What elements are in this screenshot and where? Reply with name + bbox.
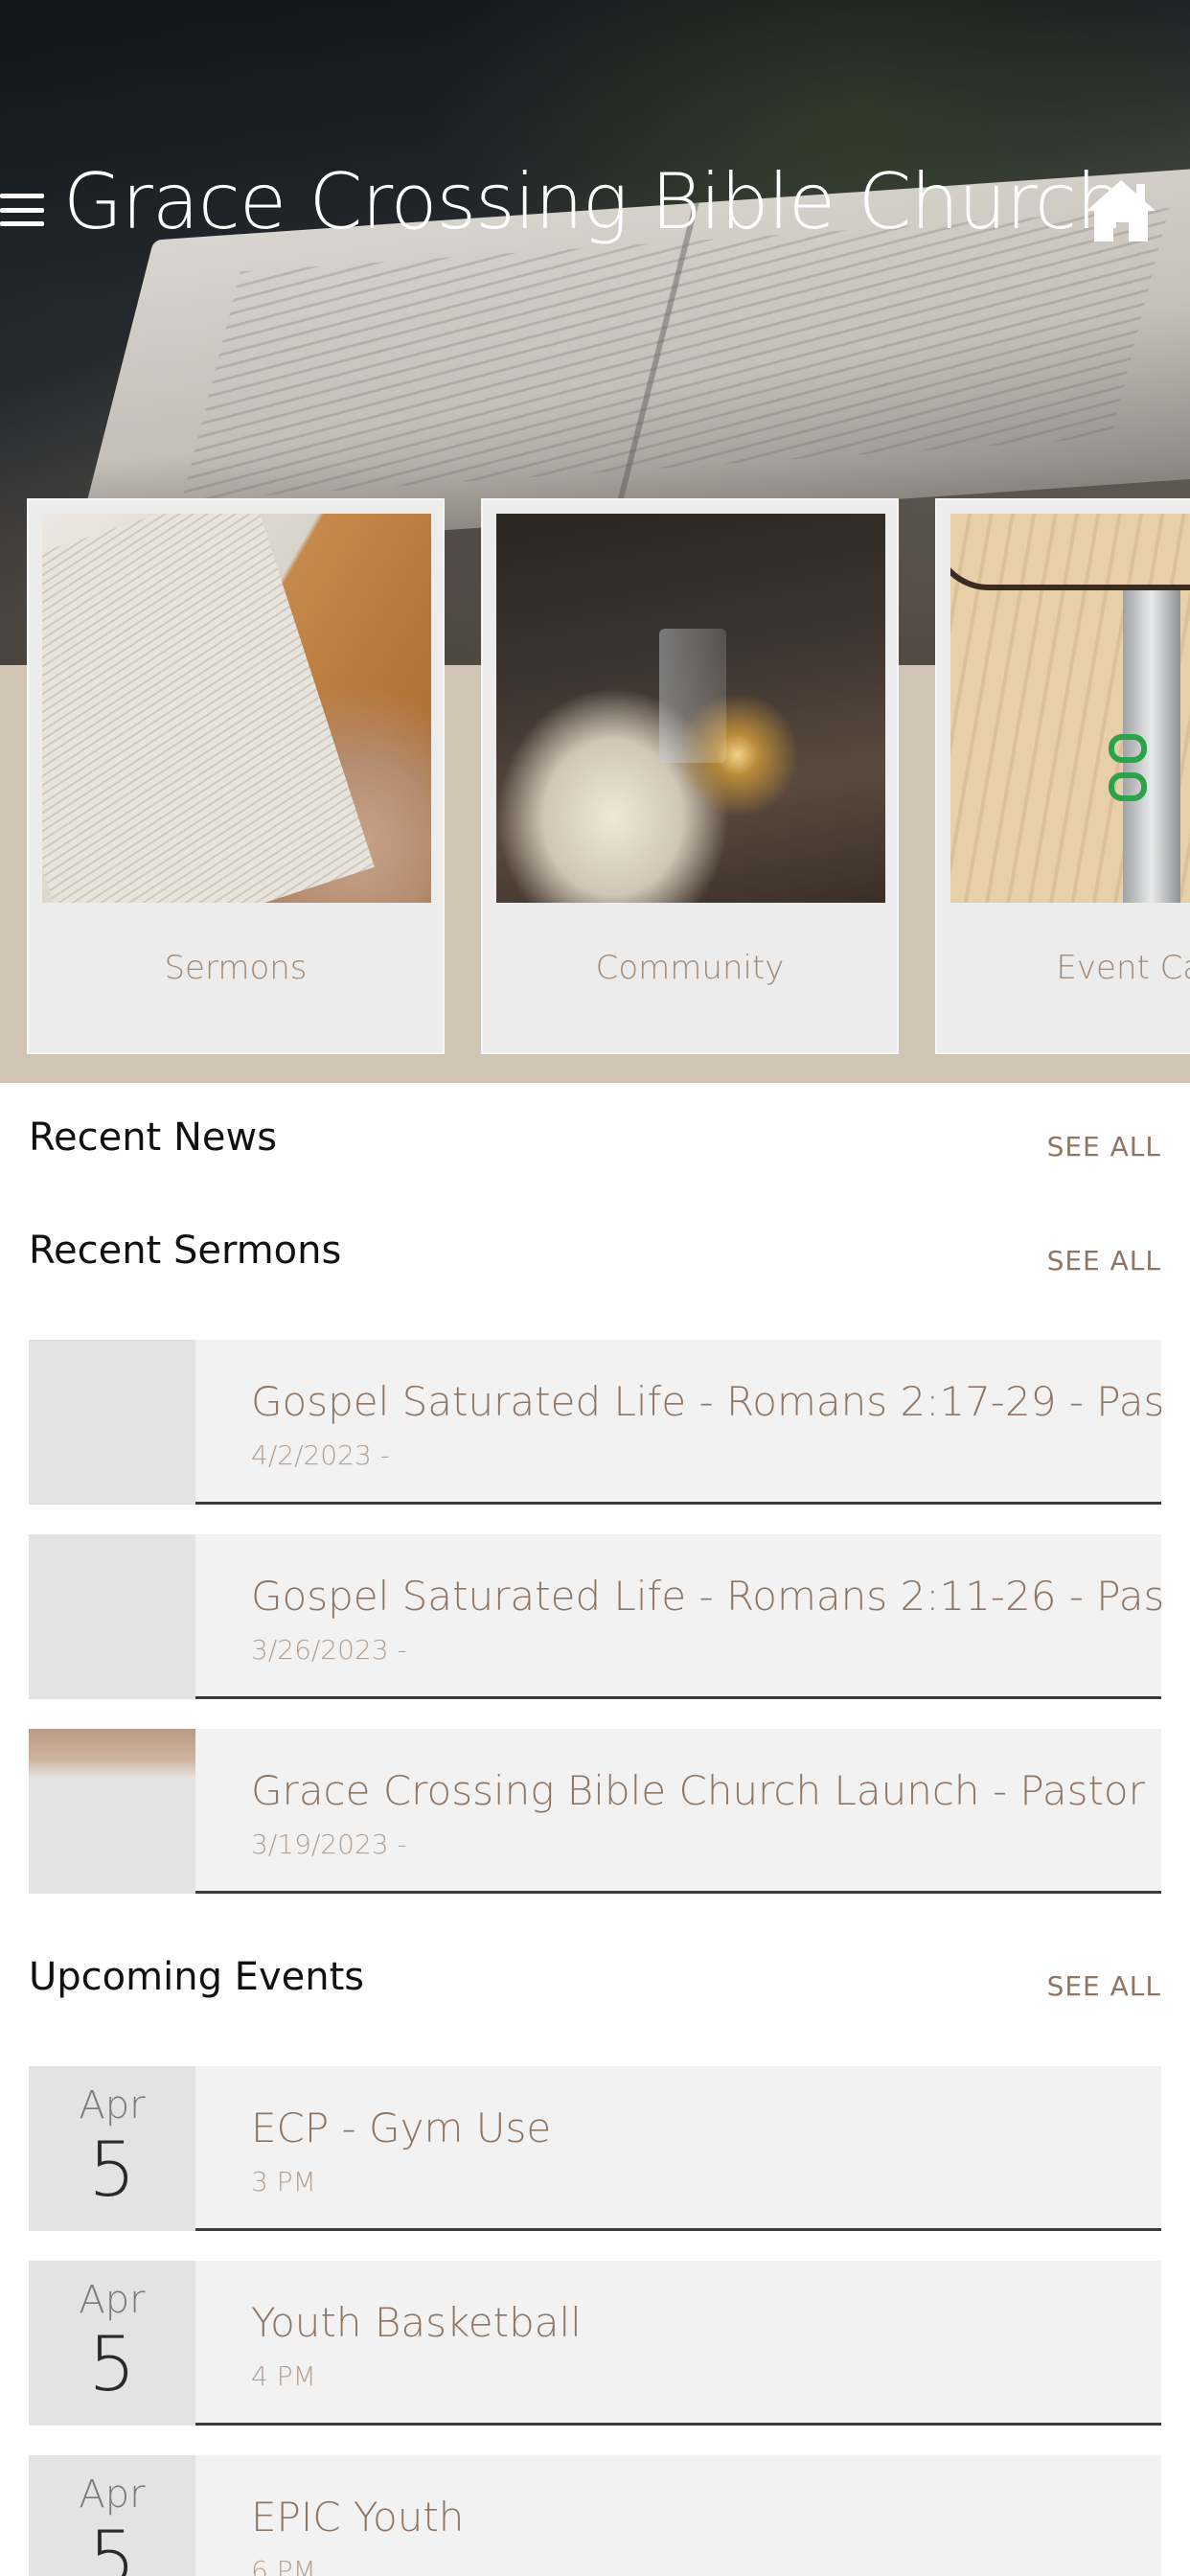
- category-carousel[interactable]: Sermons Community Event Cale: [0, 498, 1190, 1054]
- event-date-block: Apr 5: [29, 2066, 195, 2231]
- sermon-title: Grace Crossing Bible Church Launch - Pas…: [251, 1767, 1161, 1814]
- event-date-block: Apr 5: [29, 2261, 195, 2426]
- card-event-calendar[interactable]: Event Cale: [935, 498, 1190, 1054]
- event-time: 3 PM: [251, 2166, 316, 2197]
- event-title: Youth Basketball: [251, 2299, 582, 2346]
- home-icon[interactable]: [1083, 176, 1159, 245]
- event-time: 4 PM: [251, 2360, 316, 2392]
- card-community[interactable]: Community: [481, 498, 899, 1054]
- event-title: ECP - Gym Use: [251, 2104, 552, 2151]
- sermon-thumbnail: [29, 1534, 195, 1699]
- sermons-card-image: [42, 514, 431, 903]
- sermon-date: 3/19/2023 -: [251, 1828, 407, 1860]
- event-day: 5: [88, 2322, 136, 2408]
- sermon-list-item[interactable]: Gospel Saturated Life - Romans 2:11-26 -…: [29, 1534, 1161, 1699]
- recent-sermons-see-all-link[interactable]: SEE ALL: [1047, 1245, 1161, 1276]
- sermon-list-item[interactable]: Gospel Saturated Life - Romans 2:17-29 -…: [29, 1340, 1161, 1505]
- card-label: Sermons: [164, 949, 308, 987]
- card-label: Community: [595, 949, 785, 987]
- community-card-image: [496, 514, 885, 903]
- event-list-item[interactable]: Apr 5 EPIC Youth 6 PM: [29, 2455, 1161, 2576]
- sermon-date: 3/26/2023 -: [251, 1634, 407, 1666]
- event-list-item[interactable]: Apr 5 ECP - Gym Use 3 PM: [29, 2066, 1161, 2231]
- top-bar: Grace Crossing Bible Church: [0, 144, 1190, 268]
- event-month: Apr: [79, 2083, 146, 2128]
- hamburger-menu-icon[interactable]: [0, 194, 46, 226]
- upcoming-events-see-all-link[interactable]: SEE ALL: [1047, 1970, 1161, 2002]
- event-title: EPIC Youth: [251, 2494, 465, 2541]
- card-label: Event Cale: [1056, 949, 1190, 987]
- sermon-list-item[interactable]: Grace Crossing Bible Church Launch - Pas…: [29, 1729, 1161, 1894]
- sermon-date: 4/2/2023 -: [251, 1439, 390, 1471]
- event-list-item[interactable]: Apr 5 Youth Basketball 4 PM: [29, 2261, 1161, 2426]
- event-day: 5: [88, 2128, 136, 2214]
- sermon-title: Gospel Saturated Life - Romans 2:11-26 -…: [251, 1573, 1161, 1620]
- recent-news-see-all-link[interactable]: SEE ALL: [1047, 1131, 1161, 1162]
- sermon-thumbnail: [29, 1729, 195, 1894]
- recent-sermons-heading: Recent Sermons: [29, 1229, 342, 1273]
- app-title: Grace Crossing Bible Church: [63, 157, 1125, 246]
- event-month: Apr: [79, 2472, 146, 2517]
- card-sermons[interactable]: Sermons: [27, 498, 445, 1054]
- event-month: Apr: [79, 2278, 146, 2322]
- event-time: 6 PM: [251, 2555, 316, 2576]
- event-calendar-card-image: [950, 514, 1190, 903]
- event-day: 5: [88, 2517, 136, 2576]
- recent-news-heading: Recent News: [29, 1116, 278, 1160]
- sermon-title: Gospel Saturated Life - Romans 2:17-29 -…: [251, 1378, 1161, 1425]
- upcoming-events-heading: Upcoming Events: [29, 1955, 365, 1999]
- sermon-thumbnail: [29, 1340, 195, 1505]
- event-date-block: Apr 5: [29, 2455, 195, 2576]
